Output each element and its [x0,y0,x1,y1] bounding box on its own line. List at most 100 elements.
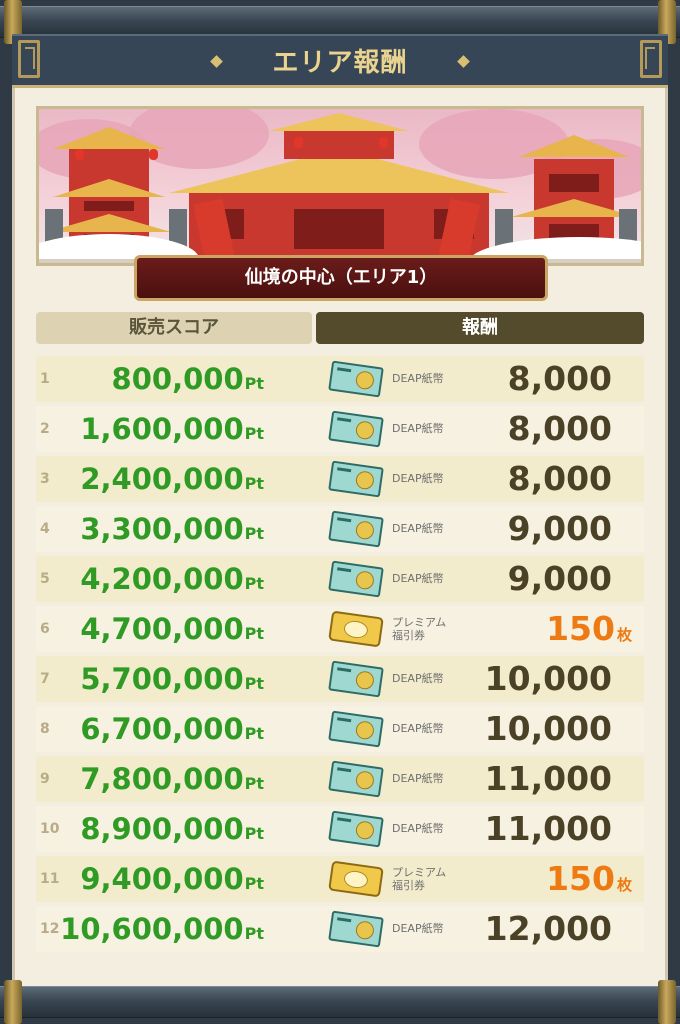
reward-item-name: DEAP紙幣 [392,722,444,735]
table-row: 8 6,700,000Pt DEAP紙幣 10,000 [36,706,644,752]
score-unit: Pt [244,874,264,893]
reward-amount-unit: 枚 [616,876,632,894]
score-threshold: 3,300,000Pt [80,506,264,557]
deap-banknote-icon [328,560,384,598]
table-row: 2 1,600,000Pt DEAP紙幣 8,000 [36,406,644,452]
score-unit: Pt [244,424,264,443]
table-row: 7 5,700,000Pt DEAP紙幣 10,000 [36,656,644,702]
premium-lottery-ticket-icon [328,610,384,648]
reward-amount: 8,000 [508,456,612,502]
rank-number: 7 [40,671,50,687]
score-threshold: 5,700,000Pt [80,656,264,707]
score-threshold: 6,700,000Pt [80,706,264,757]
reward-amount-value: 8,000 [507,359,612,398]
score-unit: Pt [244,474,264,493]
deap-banknote-icon [328,410,384,448]
area-banner-image [36,106,644,266]
reward-amount-value: 9,000 [507,509,612,548]
reward-amount: 10,000 [485,706,612,752]
deap-banknote-icon [328,510,384,548]
reward-amount-value: 10,000 [484,709,612,748]
reward-amount-value: 10,000 [484,659,612,698]
reward-amount-value: 9,000 [507,559,612,598]
reward-amount-value: 8,000 [507,459,612,498]
page-title: エリア報酬 [272,48,408,78]
score-unit: Pt [244,724,264,743]
score-unit: Pt [244,374,264,393]
reward-amount-value: 150 [546,609,615,648]
reward-amount: 12,000 [485,906,612,952]
score-value: 9,400,000 [80,862,244,896]
reward-amount: 11,000 [485,806,612,852]
score-threshold: 4,200,000Pt [80,556,264,607]
reward-amount-unit: 枚 [616,626,632,644]
score-threshold: 1,600,000Pt [80,406,264,457]
reward-amount: 150 枚 [546,606,632,658]
table-row: 4 3,300,000Pt DEAP紙幣 9,000 [36,506,644,552]
column-header-score: 販売スコア [36,312,312,344]
reward-amount: 10,000 [485,656,612,702]
reward-amount-value: 11,000 [484,809,612,848]
rank-number: 2 [40,421,50,437]
reward-amount: 8,000 [508,356,612,402]
premium-lottery-ticket-icon [328,860,384,898]
rank-number: 11 [40,871,60,887]
reward-item-name: DEAP紙幣 [392,522,444,535]
reward-item-name: プレミアム 福引券 [392,866,447,892]
rank-number: 8 [40,721,50,737]
score-threshold: 2,400,000Pt [80,456,264,507]
table-row: 1 800,000Pt DEAP紙幣 8,000 [36,356,644,402]
reward-amount-value: 8,000 [507,409,612,448]
rank-number: 10 [40,821,60,837]
score-value: 1,600,000 [80,412,244,446]
score-value: 4,700,000 [80,612,244,646]
score-unit: Pt [244,674,264,693]
reward-item-name: DEAP紙幣 [392,822,444,835]
score-value: 7,800,000 [80,762,244,796]
reward-item-name: DEAP紙幣 [392,672,444,685]
deap-banknote-icon [328,460,384,498]
rank-number: 3 [40,471,50,487]
rank-number: 1 [40,371,50,387]
reward-item-name: DEAP紙幣 [392,922,444,935]
score-unit: Pt [244,574,264,593]
score-value: 6,700,000 [80,712,244,746]
table-row: 12 10,600,000Pt DEAP紙幣 12,000 [36,906,644,952]
reward-item-name: DEAP紙幣 [392,472,444,485]
reward-amount: 9,000 [508,506,612,552]
score-threshold: 800,000Pt [112,356,264,407]
reward-amount: 150 枚 [546,856,632,908]
score-threshold: 10,600,000Pt [60,906,264,957]
score-value: 2,400,000 [80,462,244,496]
deap-banknote-icon [328,660,384,698]
rod-cap-left-bottom [4,980,22,1024]
table-row: 11 9,400,000Pt プレミアム 福引券 150 枚 [36,856,644,902]
score-threshold: 4,700,000Pt [80,606,264,657]
table-row: 9 7,800,000Pt DEAP紙幣 11,000 [36,756,644,802]
deap-banknote-icon [328,810,384,848]
reward-amount-value: 150 [546,859,615,898]
reward-item-name: DEAP紙幣 [392,422,444,435]
score-value: 800,000 [111,362,244,396]
deap-banknote-icon [328,360,384,398]
reward-item-name: DEAP紙幣 [392,572,444,585]
reward-item-name: DEAP紙幣 [392,372,444,385]
score-threshold: 9,400,000Pt [80,856,264,907]
score-value: 5,700,000 [80,662,244,696]
reward-item-name: DEAP紙幣 [392,772,444,785]
score-unit: Pt [244,924,264,943]
reward-amount: 8,000 [508,406,612,452]
score-value: 10,600,000 [60,912,244,946]
table-row: 3 2,400,000Pt DEAP紙幣 8,000 [36,456,644,502]
score-unit: Pt [244,774,264,793]
score-threshold: 8,900,000Pt [80,806,264,857]
score-unit: Pt [244,624,264,643]
area-name-plaque: 仙境の中心（エリア1） [134,255,548,301]
reward-item-name: プレミアム 福引券 [392,616,447,642]
reward-amount-value: 11,000 [484,759,612,798]
rod-cap-right-bottom [658,980,676,1024]
score-value: 3,300,000 [80,512,244,546]
score-value: 4,200,000 [80,562,244,596]
score-unit: Pt [244,524,264,543]
rank-number: 9 [40,771,50,787]
